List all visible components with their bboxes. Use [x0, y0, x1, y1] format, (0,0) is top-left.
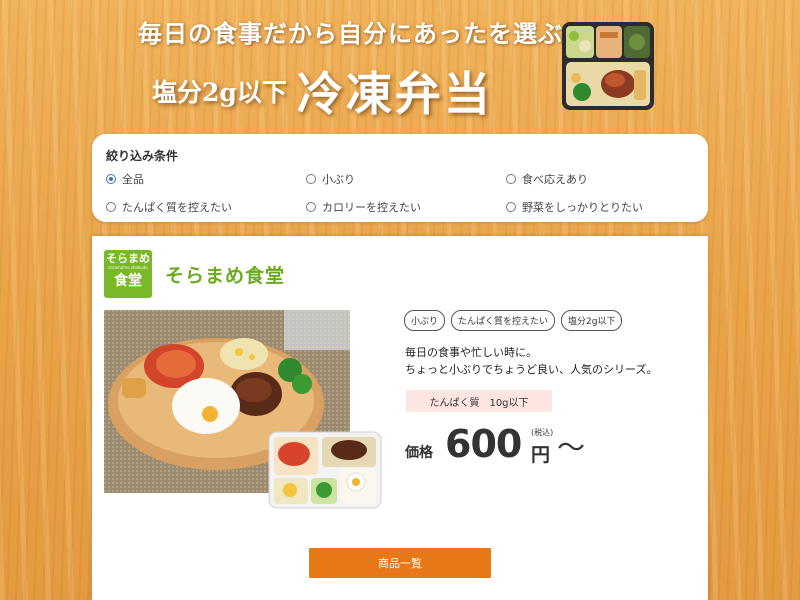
price-tilde: 〜	[557, 431, 586, 464]
tag-small: 小ぶり	[404, 310, 446, 331]
radio-button[interactable]	[106, 174, 116, 184]
filter-option-low-protein[interactable]: たんぱく質を控えたい	[106, 199, 306, 215]
brand-logo: そらまめ soramame shokudo 食堂	[104, 250, 152, 298]
product-tags: 小ぶり たんぱく質を控えたい 塩分2g以下	[404, 310, 623, 331]
price-unit: 円	[531, 444, 551, 466]
radio-button[interactable]	[306, 202, 316, 212]
logo-bottom-text: 食堂	[114, 273, 142, 289]
filter-option-filling[interactable]: 食べ応えあり	[506, 171, 706, 187]
banner-main-title: 冷凍弁当	[296, 67, 493, 121]
description-line-1: 毎日の食事や忙しい時に。	[405, 346, 537, 359]
tag-low-salt: 塩分2g以下	[561, 310, 623, 331]
filter-option-label: 小ぶり	[322, 173, 355, 186]
price: 価格 600 (税込) 円 〜	[405, 422, 665, 468]
banner-tagline: 毎日の食事だから自分にあったを選ぶ	[138, 19, 563, 48]
price-label: 価格	[405, 445, 433, 461]
radio-button[interactable]	[106, 202, 116, 212]
tag-low-protein: たんぱく質を控えたい	[451, 310, 556, 331]
logo-roman-text: soramame shokudo	[108, 265, 148, 270]
filter-option-label: たんぱく質を控えたい	[122, 201, 232, 214]
radio-button[interactable]	[506, 174, 516, 184]
price-tax-note: (税込)	[531, 428, 554, 437]
protein-badge: たんぱく質 10g以下	[406, 390, 552, 412]
filter-title: 絞り込み条件	[106, 149, 179, 163]
filter-options: 全品 小ぶり 食べ応えあり たんぱく質を控えたい カロリーを控えたい 野菜をしっ…	[106, 171, 708, 215]
product-card: そらまめ soramame shokudo 食堂 そらまめ食堂 小ぶり たんぱく…	[92, 236, 708, 600]
filter-option-label: 全品	[122, 173, 144, 186]
hero-banner: 毎日の食事だから自分にあったを選ぶ 塩分2g以下 冷凍弁当	[0, 0, 800, 130]
banner-headline: 塩分2g以下 冷凍弁当	[152, 58, 493, 124]
brand-name: そらまめ食堂	[165, 265, 286, 287]
filter-option-all[interactable]: 全品	[106, 171, 306, 187]
banner-salt-text: 塩分2g以下	[152, 78, 287, 107]
product-list-button[interactable]: 商品一覧	[309, 548, 491, 578]
filter-option-vegetables[interactable]: 野菜をしっかりとりたい	[506, 199, 706, 215]
radio-button[interactable]	[306, 174, 316, 184]
filter-option-low-calorie[interactable]: カロリーを控えたい	[306, 199, 506, 215]
radio-button[interactable]	[506, 202, 516, 212]
logo-top-text: そらまめ	[106, 252, 150, 265]
filter-option-label: 野菜をしっかりとりたい	[522, 201, 643, 214]
price-value: 600	[445, 422, 522, 466]
filter-option-label: 食べ応えあり	[522, 173, 588, 186]
description-line-2: ちょっと小ぶりでちょうど良い、人気のシリーズ。	[405, 363, 658, 376]
filter-option-small[interactable]: 小ぶり	[306, 171, 506, 187]
bento-tray-image	[562, 22, 654, 110]
filter-option-label: カロリーを控えたい	[322, 201, 421, 214]
product-photo	[104, 310, 382, 509]
product-description: 毎日の食事や忙しい時に。 ちょっと小ぶりでちょうど良い、人気のシリーズ。	[405, 344, 657, 378]
filter-panel: 絞り込み条件 全品 小ぶり 食べ応えあり たんぱく質を控えたい カロリーを控えた…	[92, 134, 708, 222]
